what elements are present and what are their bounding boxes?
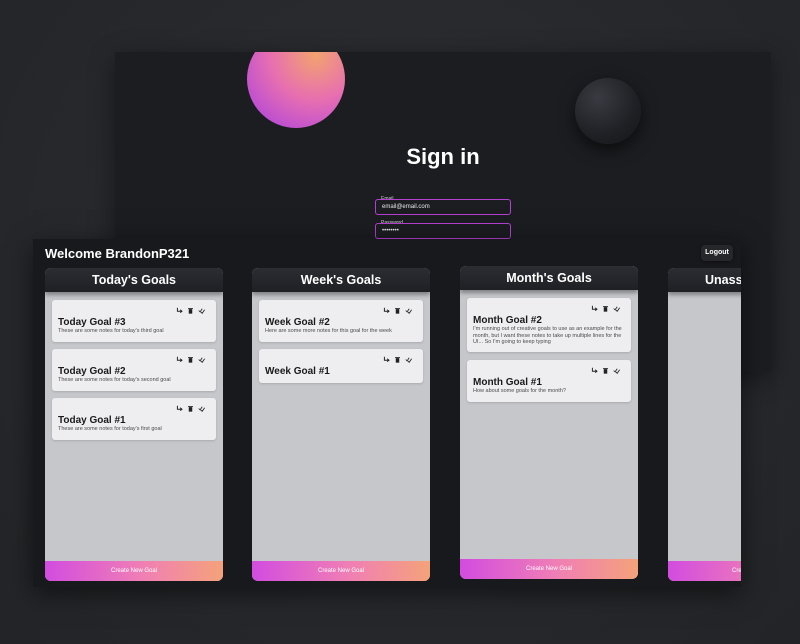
create-goal-button[interactable]: Create New Goal [252,561,430,581]
column-title: Unass [668,268,741,292]
goal-card[interactable]: Month Goal #1 How about some goals for t… [467,360,631,402]
decorative-orb-pink [247,52,345,128]
complete-icon[interactable] [613,367,620,374]
complete-icon[interactable] [405,356,412,363]
goal-title: Today Goal #1 [58,415,126,426]
trash-icon[interactable] [394,307,401,314]
goal-column-unassigned: Unass Cre [668,268,741,581]
welcome-heading: Welcome BrandonP321 [45,246,190,261]
move-icon[interactable] [176,405,183,412]
goal-title: Month Goal #1 [473,377,542,388]
goal-notes: These are some notes for today's third g… [58,328,164,334]
move-icon[interactable] [591,305,598,312]
goal-column-today: Today's Goals Today Goal #3 These are so… [45,268,223,581]
goal-column-week: Week's Goals Week Goal #2 Here are some … [252,268,430,581]
trash-icon[interactable] [187,356,194,363]
move-icon[interactable] [176,356,183,363]
decorative-orb-dark [575,78,641,144]
trash-icon[interactable] [602,305,609,312]
create-goal-button[interactable]: Create New Goal [460,559,638,579]
goal-notes: How about some goals for the month? [473,388,566,394]
goal-title: Week Goal #2 [265,317,330,328]
goal-title: Week Goal #1 [265,366,330,377]
column-title: Week's Goals [252,268,430,292]
move-icon[interactable] [383,356,390,363]
dashboard-screen: Welcome BrandonP321 Logout Today's Goals… [33,239,741,587]
complete-icon[interactable] [198,405,205,412]
column-title: Month's Goals [460,266,638,290]
goal-card[interactable]: Today Goal #1 These are some notes for t… [52,398,216,440]
goal-title: Month Goal #2 [473,315,542,326]
complete-icon[interactable] [198,356,205,363]
goal-notes: These are some notes for today's first g… [58,426,162,432]
signin-title: Sign in [406,144,480,169]
move-icon[interactable] [383,307,390,314]
complete-icon[interactable] [198,307,205,314]
password-field[interactable]: •••••••• [375,223,511,239]
trash-icon[interactable] [187,307,194,314]
goal-title: Today Goal #3 [58,317,126,328]
column-title: Today's Goals [45,268,223,292]
goal-card[interactable]: Today Goal #3 These are some notes for t… [52,300,216,342]
goal-notes: Here are some more notes for this goal f… [265,328,392,334]
goal-card[interactable]: Today Goal #2 These are some notes for t… [52,349,216,391]
goal-card[interactable]: Week Goal #1 [259,349,423,383]
create-goal-button[interactable]: Cre [668,561,741,581]
trash-icon[interactable] [394,356,401,363]
complete-icon[interactable] [613,305,620,312]
email-field[interactable]: email@email.com [375,199,511,215]
goal-notes: These are some notes for today's second … [58,377,171,383]
trash-icon[interactable] [187,405,194,412]
goal-card[interactable]: Month Goal #2 I'm running out of creativ… [467,298,631,352]
goal-column-month: Month's Goals Month Goal #2 I'm running … [460,266,638,579]
move-icon[interactable] [176,307,183,314]
goal-title: Today Goal #2 [58,366,126,377]
move-icon[interactable] [591,367,598,374]
goal-notes: I'm running out of creative goals to use… [473,326,622,345]
logout-button[interactable]: Logout [701,245,733,261]
create-goal-button[interactable]: Create New Goal [45,561,223,581]
trash-icon[interactable] [602,367,609,374]
complete-icon[interactable] [405,307,412,314]
goal-card[interactable]: Week Goal #2 Here are some more notes fo… [259,300,423,342]
